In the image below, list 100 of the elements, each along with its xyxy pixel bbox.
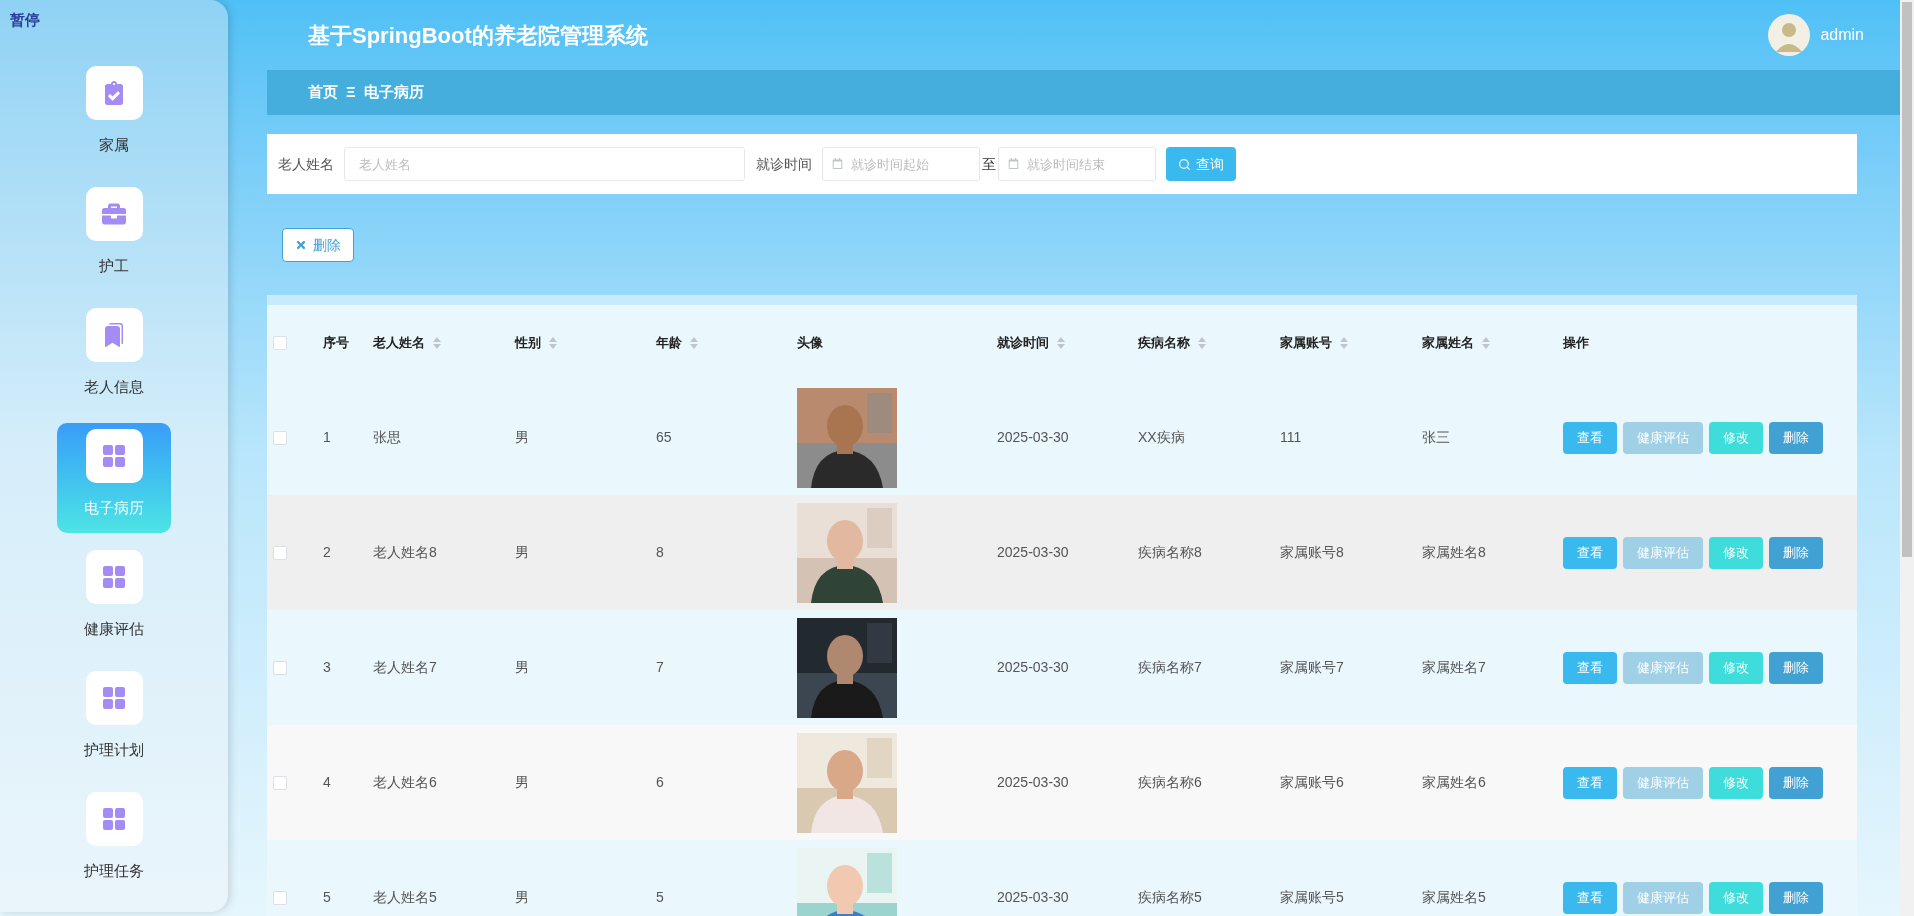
breadcrumb-separator: Ξ	[346, 82, 356, 103]
table-cell: 2	[323, 544, 331, 560]
column-header: 家属姓名	[1422, 333, 1474, 352]
edit-button[interactable]: 修改	[1709, 651, 1763, 684]
health-assessment-button[interactable]: 健康评估	[1623, 766, 1703, 799]
table-cell: 4	[323, 774, 331, 790]
table-cell: 老人姓名8	[373, 544, 437, 560]
edit-button[interactable]: 修改	[1709, 421, 1763, 454]
sort-icon[interactable]	[1198, 336, 1206, 349]
edit-button[interactable]: 修改	[1709, 881, 1763, 914]
table-cell: 疾病名称6	[1138, 774, 1202, 790]
table-row[interactable]: 2 老人姓名8 男 8 2025-03-30 疾病名称8 家属账号8 家属姓名8 查看 健康评估 修改 删除	[267, 495, 1857, 610]
table-cell: 111	[1280, 429, 1302, 445]
checkbox[interactable]	[273, 890, 287, 905]
table-cell: 家属账号8	[1280, 544, 1344, 560]
sidebar-item[interactable]: 护工	[57, 181, 171, 291]
table-cell: 7	[656, 659, 664, 675]
delete-button[interactable]: 删除	[1769, 766, 1823, 799]
delete-button[interactable]: 删除	[282, 228, 354, 262]
delete-button[interactable]: 删除	[1769, 651, 1823, 684]
app-title: 基于SpringBoot的养老院管理系统	[308, 21, 648, 50]
table-cell: 男	[515, 659, 529, 675]
delete-button[interactable]: 删除	[1769, 536, 1823, 569]
sort-icon[interactable]	[690, 336, 698, 349]
avatar-icon[interactable]	[1768, 14, 1811, 56]
sidebar-item[interactable]: 健康评估	[57, 544, 171, 654]
sidebar-item[interactable]: 老人信息	[57, 302, 171, 412]
table-cell: 6	[656, 774, 664, 790]
health-assessment-button[interactable]: 健康评估	[1623, 651, 1703, 684]
date-field[interactable]: 就诊时间起始	[822, 147, 980, 181]
checkbox[interactable]	[273, 775, 287, 790]
table-cell: 2025-03-30	[997, 659, 1069, 675]
grid-icon	[102, 444, 126, 468]
grid-icon	[102, 686, 126, 710]
column-header: 性别	[515, 333, 541, 352]
health-assessment-button[interactable]: 健康评估	[1623, 881, 1703, 914]
sidebar-item[interactable]: 电子病历	[57, 423, 171, 533]
delete-button[interactable]: 删除	[1769, 421, 1823, 454]
table-cell: 家属姓名6	[1422, 774, 1486, 790]
table-cell: 男	[515, 429, 529, 445]
breadcrumb-link[interactable]: 首页	[308, 81, 338, 104]
column-header: 疾病名称	[1138, 333, 1190, 352]
table-cell: 疾病名称5	[1138, 889, 1202, 905]
health-assessment-button[interactable]: 健康评估	[1623, 421, 1703, 454]
bookmarks-icon	[102, 323, 126, 347]
health-assessment-button[interactable]: 健康评估	[1623, 536, 1703, 569]
sort-icon[interactable]	[1340, 336, 1348, 349]
column-header: 老人姓名	[373, 333, 425, 352]
table-cell: 5	[656, 889, 664, 905]
search-button[interactable]: 查询	[1166, 147, 1236, 181]
table-cell: 老人姓名5	[373, 889, 437, 905]
table-cell: 疾病名称8	[1138, 544, 1202, 560]
checkbox[interactable]	[273, 335, 287, 350]
table-cell: 男	[515, 544, 529, 560]
view-button[interactable]: 查看	[1563, 421, 1617, 454]
view-button[interactable]: 查看	[1563, 536, 1617, 569]
delete-button[interactable]: 删除	[1769, 881, 1823, 914]
table-cell: 男	[515, 774, 529, 790]
sidebar-item[interactable]: 护理任务	[57, 786, 171, 896]
table-cell: 家属账号6	[1280, 774, 1344, 790]
table-cell: 家属账号5	[1280, 889, 1344, 905]
scrollbar-thumb[interactable]	[1902, 2, 1912, 557]
table-cell: 1	[323, 429, 331, 445]
calendar-icon	[832, 158, 843, 169]
column-header: 操作	[1563, 333, 1589, 352]
view-button[interactable]: 查看	[1563, 881, 1617, 914]
close-icon	[295, 239, 307, 251]
table-cell: 65	[656, 429, 672, 445]
grid-icon	[102, 565, 126, 589]
edit-button[interactable]: 修改	[1709, 766, 1763, 799]
checkbox[interactable]	[273, 430, 287, 445]
user-name[interactable]: admin	[1820, 23, 1864, 47]
table-cell: 老人姓名7	[373, 659, 437, 675]
table-cell: 家属姓名5	[1422, 889, 1486, 905]
sort-icon[interactable]	[549, 336, 557, 349]
field-label: 至	[982, 154, 996, 174]
search-icon	[1178, 157, 1191, 171]
table-row[interactable]: 4 老人姓名6 男 6 2025-03-30 疾病名称6 家属账号6 家属姓名6 查看 健康评估 修改 删除	[267, 725, 1857, 840]
edit-button[interactable]: 修改	[1709, 536, 1763, 569]
sidebar-item[interactable]: 家属	[57, 60, 171, 170]
table-cell: 2025-03-30	[997, 774, 1069, 790]
sidebar-item[interactable]: 护理计划	[57, 665, 171, 775]
date-field[interactable]: 就诊时间结束	[998, 147, 1156, 181]
input-field[interactable]: 老人姓名	[344, 147, 745, 181]
sort-icon[interactable]	[433, 336, 441, 349]
calendar-icon	[1008, 158, 1019, 169]
field-label: 就诊时间	[756, 154, 812, 174]
view-button[interactable]: 查看	[1563, 651, 1617, 684]
view-button[interactable]: 查看	[1563, 766, 1617, 799]
checkbox[interactable]	[273, 660, 287, 675]
column-header: 就诊时间	[997, 333, 1049, 352]
table-cell: 家属姓名8	[1422, 544, 1486, 560]
sort-icon[interactable]	[1482, 336, 1490, 349]
clipboard-icon	[102, 81, 126, 105]
scrollbar[interactable]	[1900, 0, 1914, 916]
column-header: 年龄	[656, 333, 682, 352]
sort-icon[interactable]	[1057, 336, 1065, 349]
checkbox[interactable]	[273, 545, 287, 560]
breadcrumb-link[interactable]: 电子病历	[363, 81, 424, 104]
column-header: 序号	[323, 333, 349, 352]
